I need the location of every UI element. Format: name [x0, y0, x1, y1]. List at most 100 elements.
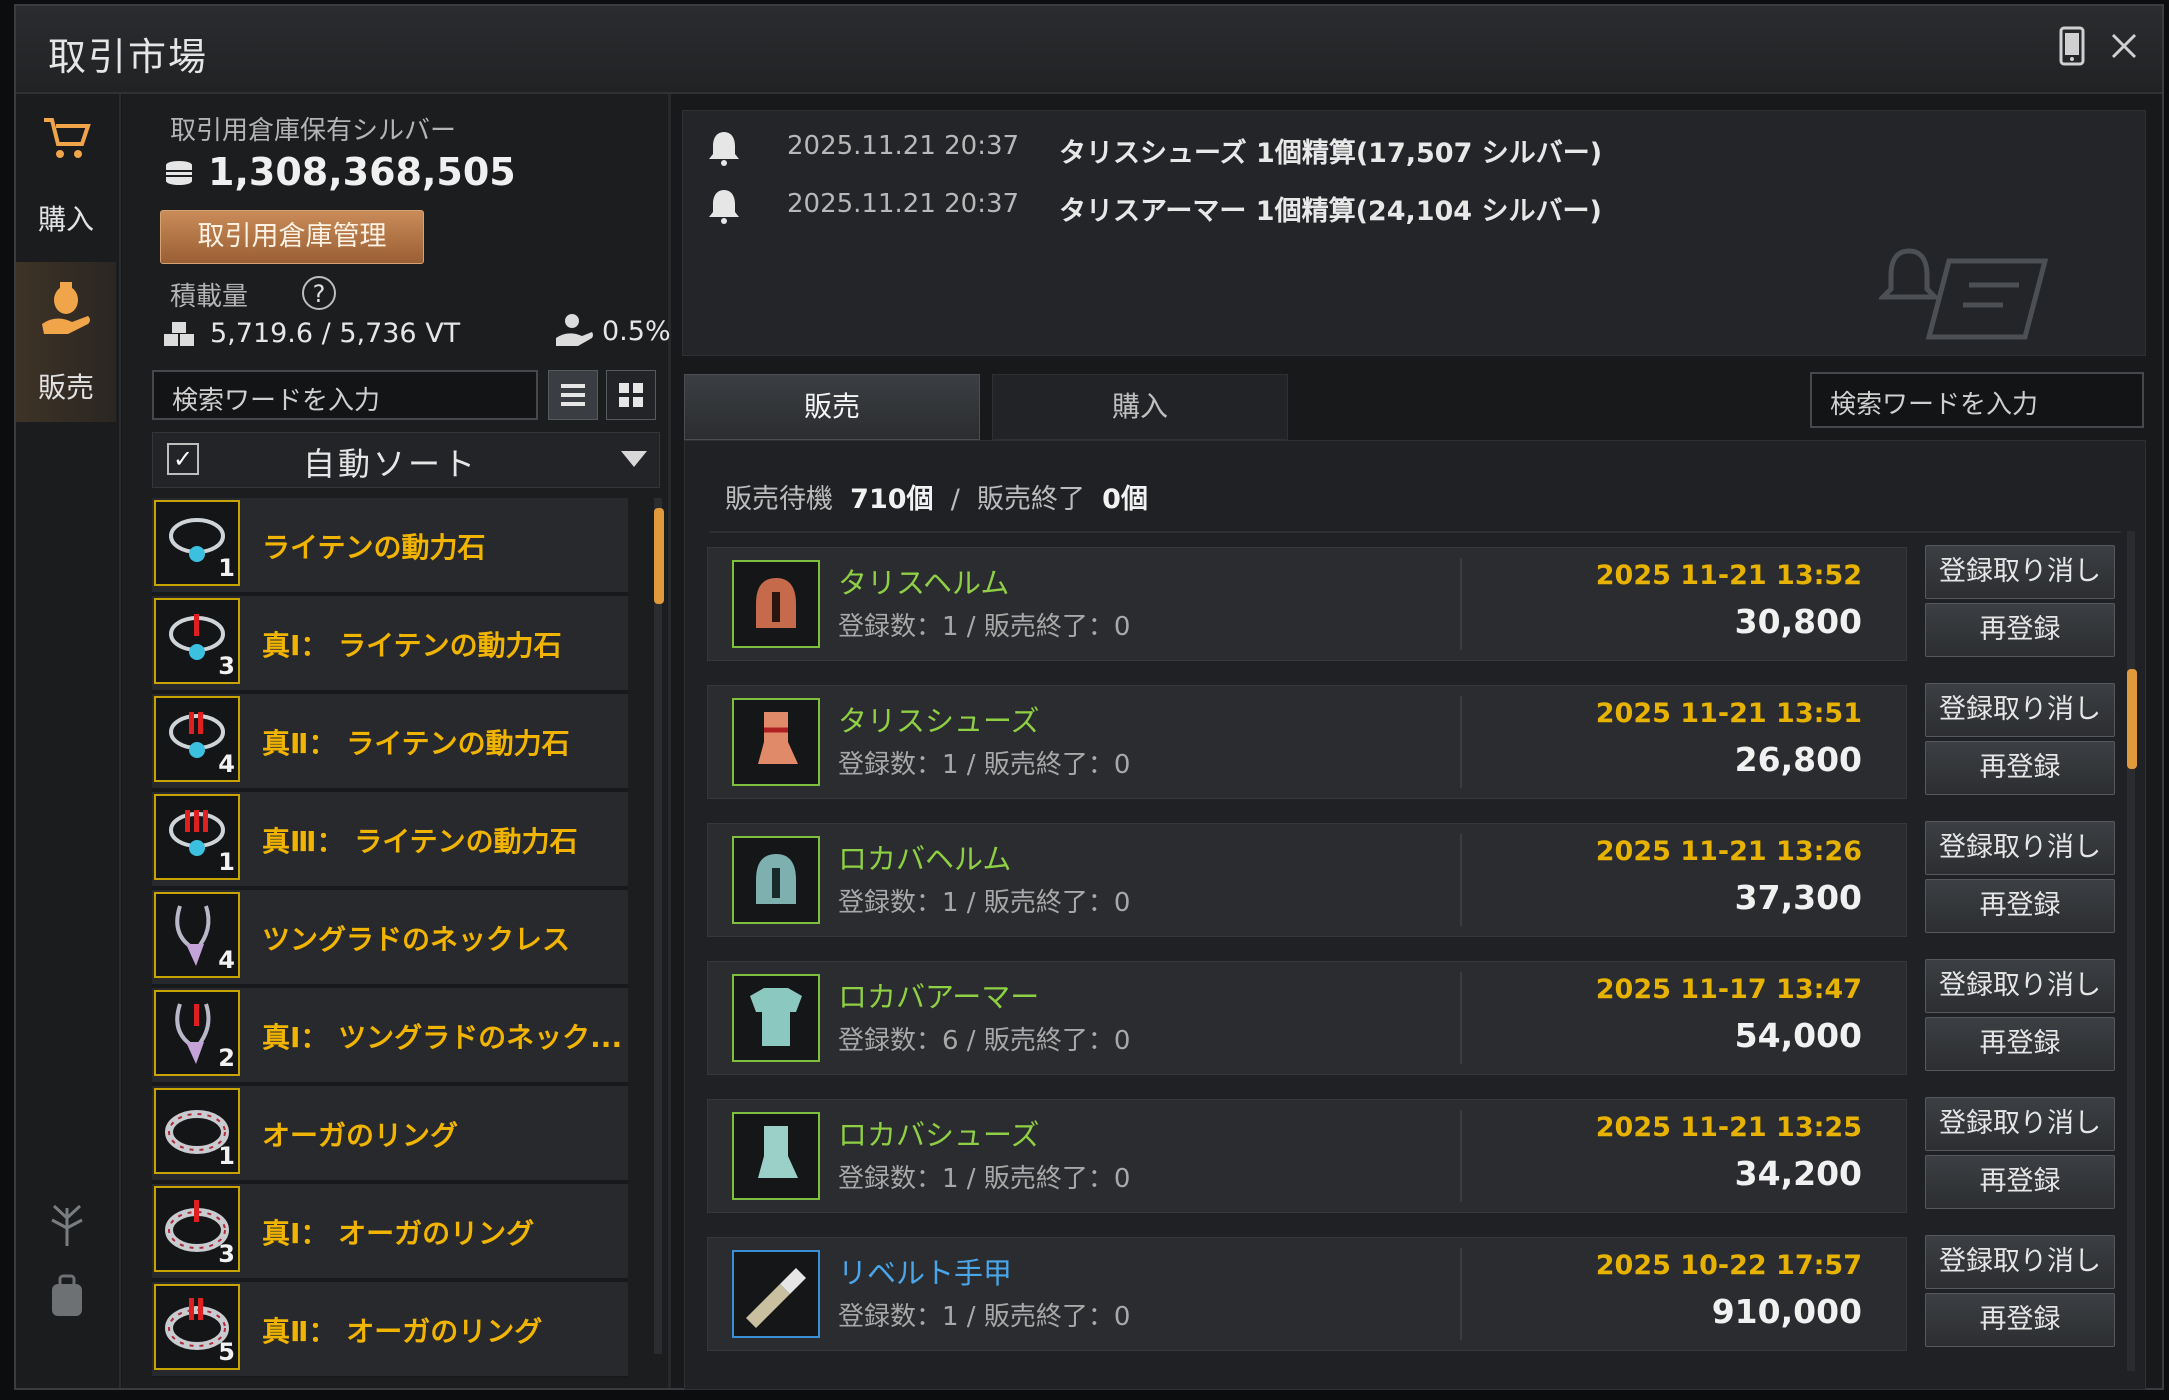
- category-item[interactable]: 4 ツングラドのネックレス: [152, 890, 628, 988]
- mobile-icon[interactable]: [2052, 26, 2092, 70]
- category-scroll-thumb[interactable]: [654, 508, 664, 604]
- sale-item-price: 37,300: [1734, 878, 1862, 917]
- sale-item-count: 登録数：6 / 販売終了：0: [838, 1026, 1131, 1056]
- tree-icon[interactable]: [42, 1198, 92, 1248]
- cancel-listing-button[interactable]: 登録取り消し: [1925, 821, 2115, 875]
- category-item[interactable]: 1 ライテンの動力石: [152, 498, 628, 596]
- left-panel: 取引用倉庫保有シルバー 1,308,368,505 取引用倉庫管理 積載量 ? …: [122, 94, 671, 1388]
- sale-row[interactable]: ロカバシューズ 登録数：1 / 販売終了：0 2025 11-21 13:25 …: [707, 1099, 1907, 1213]
- relist-button[interactable]: 再登録: [1925, 1155, 2115, 1209]
- notification-message: タリスアーマー 1個精算(24,104 シルバー): [1059, 196, 1602, 227]
- category-item[interactable]: 3 真Ⅰ： オーガのリング: [152, 1184, 628, 1282]
- auto-sort-checkbox[interactable]: ✓: [167, 443, 199, 475]
- sale-item-name: ロカバアーマー: [838, 980, 1040, 1014]
- done-count: 0個: [1102, 484, 1148, 515]
- boots-icon: [732, 698, 820, 786]
- category-name: 真Ⅰ： ライテンの動力石: [262, 629, 562, 662]
- category-name: オーガのリング: [262, 1119, 459, 1152]
- cancel-listing-button[interactable]: 登録取り消し: [1925, 1097, 2115, 1151]
- summary-separator: /: [950, 484, 960, 515]
- relist-button[interactable]: 再登録: [1925, 1293, 2115, 1347]
- cart-icon: [44, 118, 91, 158]
- divider: [1460, 1110, 1462, 1202]
- ring-icon: 1: [154, 1088, 240, 1174]
- sale-item-price: 910,000: [1711, 1292, 1862, 1331]
- category-item[interactable]: 5 真Ⅱ： オーガのリング: [152, 1282, 628, 1378]
- tab-buy[interactable]: 購入: [992, 374, 1288, 440]
- cancel-listing-button[interactable]: 登録取り消し: [1925, 545, 2115, 599]
- relist-button[interactable]: 再登録: [1925, 603, 2115, 657]
- sale-item-count: 登録数：1 / 販売終了：0: [838, 750, 1131, 780]
- notification-panel: 2025.11.21 20:37 タリスシューズ 1個精算(17,507 シルバ…: [682, 110, 2146, 356]
- sale-item-price: 30,800: [1734, 602, 1862, 641]
- auto-sort-dropdown[interactable]: ✓ 自動ソート: [152, 432, 660, 488]
- list-view-button[interactable]: [548, 370, 598, 420]
- help-icon[interactable]: ?: [302, 276, 336, 310]
- category-list: 1 ライテンの動力石 3 真Ⅰ： ライテンの動力石 4 真Ⅱ： ライテンの動力石…: [152, 498, 632, 1378]
- category-name: 真Ⅱ： ライテンの動力石: [262, 727, 570, 760]
- tax-value: 0.5%: [602, 316, 671, 347]
- divider: [1460, 558, 1462, 650]
- necklace-icon: 1: [154, 500, 240, 586]
- warehouse-manage-button[interactable]: 取引用倉庫管理: [160, 210, 424, 264]
- category-name: 真Ⅰ： オーガのリング: [262, 1217, 535, 1250]
- rail-sell-button[interactable]: 販売: [16, 262, 116, 422]
- sale-row[interactable]: ロカバヘルム 登録数：1 / 販売終了：0 2025 11-21 13:26 3…: [707, 823, 1907, 937]
- sale-row[interactable]: リベルト手甲 登録数：1 / 販売終了：0 2025 10-22 17:57 9…: [707, 1237, 1907, 1351]
- window-title: 取引市場: [48, 35, 209, 79]
- rail-buy-button[interactable]: 購入: [16, 94, 116, 254]
- pendant-necklace-icon: 4: [154, 892, 240, 978]
- cancel-listing-button[interactable]: 登録取り消し: [1925, 683, 2115, 737]
- relist-button[interactable]: 再登録: [1925, 1017, 2115, 1071]
- tax-icon: [556, 314, 593, 346]
- cancel-listing-button[interactable]: 登録取り消し: [1925, 1235, 2115, 1289]
- relist-button[interactable]: 再登録: [1925, 879, 2115, 933]
- sale-item-count: 登録数：1 / 販売終了：0: [838, 1302, 1131, 1332]
- category-name: ツングラドのネックレス: [262, 923, 571, 956]
- close-icon[interactable]: [2104, 26, 2144, 70]
- category-scrollbar[interactable]: [654, 498, 662, 1354]
- weight-label: 積載量: [170, 282, 249, 312]
- ring-icon: 3: [154, 1186, 240, 1272]
- bell-scroll-icon: [1879, 248, 2049, 340]
- category-item[interactable]: 1 真Ⅲ： ライテンの動力石: [152, 792, 628, 890]
- sale-item-date: 2025 11-21 13:26: [1595, 836, 1862, 867]
- money-bag-hand-icon: [42, 282, 90, 334]
- sale-search-input[interactable]: 検索ワードを入力: [1810, 372, 2144, 428]
- sale-list-panel: 販売待機 710個 / 販売終了 0個 タリスヘルム 登録数：1 / 販売終了：…: [684, 440, 2146, 1390]
- weight-value: 5,719.6 / 5,736 VT: [210, 318, 461, 349]
- title-bar: 取引市場: [16, 6, 2162, 94]
- sale-scroll-thumb[interactable]: [2127, 669, 2137, 769]
- grid-view-button[interactable]: [606, 370, 656, 420]
- divider: [1460, 834, 1462, 926]
- category-item[interactable]: 2 真Ⅰ： ツングラドのネック...: [152, 988, 628, 1086]
- category-name: ライテンの動力石: [262, 531, 486, 564]
- silver-amount: 1,308,368,505: [208, 150, 516, 194]
- sale-item-price: 34,200: [1734, 1154, 1862, 1193]
- cancel-listing-button[interactable]: 登録取り消し: [1925, 959, 2115, 1013]
- rail-buy-label: 購入: [37, 203, 94, 236]
- divider: [1460, 696, 1462, 788]
- category-item[interactable]: 1 オーガのリング: [152, 1086, 628, 1184]
- category-search-input[interactable]: 検索ワードを入力: [152, 370, 538, 420]
- sale-scrollbar[interactable]: [2127, 531, 2135, 1371]
- category-item[interactable]: 4 真Ⅱ： ライテンの動力石: [152, 694, 628, 792]
- sale-item-name: ロカバシューズ: [838, 1118, 1040, 1152]
- sale-item-price: 26,800: [1734, 740, 1862, 779]
- backpack-icon[interactable]: [42, 1270, 92, 1320]
- bell-icon: [709, 190, 739, 224]
- sale-item-date: 2025 11-17 13:47: [1595, 974, 1862, 1005]
- sale-row[interactable]: ロカバアーマー 登録数：6 / 販売終了：0 2025 11-17 13:47 …: [707, 961, 1907, 1075]
- waiting-count: 710個: [850, 484, 934, 515]
- tab-sell[interactable]: 販売: [684, 374, 980, 440]
- category-item[interactable]: 3 真Ⅰ： ライテンの動力石: [152, 596, 628, 694]
- boots-icon: [732, 1112, 820, 1200]
- sale-row[interactable]: タリスヘルム 登録数：1 / 販売終了：0 2025 11-21 13:52 3…: [707, 547, 1907, 661]
- notification-time: 2025.11.21 20:37: [787, 131, 1020, 161]
- chevron-down-icon: [621, 451, 647, 467]
- sale-row[interactable]: タリスシューズ 登録数：1 / 販売終了：0 2025 11-21 13:51 …: [707, 685, 1907, 799]
- sale-item-date: 2025 10-22 17:57: [1595, 1250, 1862, 1281]
- done-label: 販売終了: [977, 484, 1085, 515]
- sale-item-date: 2025 11-21 13:25: [1595, 1112, 1862, 1143]
- relist-button[interactable]: 再登録: [1925, 741, 2115, 795]
